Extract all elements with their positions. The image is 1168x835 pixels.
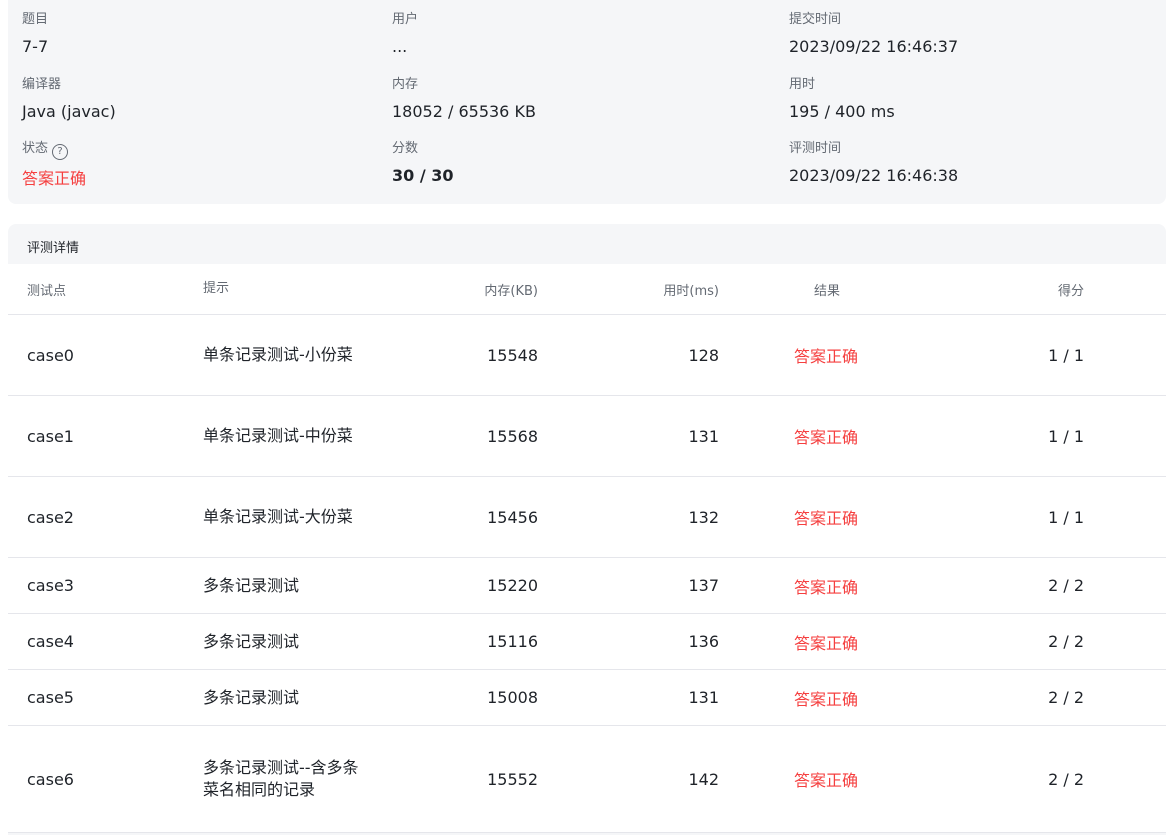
case-score: 2 / 2 <box>1048 688 1084 707</box>
case-score: 1 / 1 <box>1048 426 1084 446</box>
field-user: 用户 ... <box>392 12 418 57</box>
time-used-value: 195 / 400 ms <box>789 102 895 121</box>
header-hint: 提示 <box>203 281 230 296</box>
case-id: case5 <box>27 688 74 707</box>
case-id: case6 <box>27 769 74 789</box>
score-value: 30 / 30 <box>392 166 454 185</box>
status-label: 状态 <box>22 141 49 156</box>
header-time: 用时(ms) <box>663 283 719 299</box>
table-row: case4 多条记录测试 15116 136 答案正确 2 / 2 <box>8 614 1166 670</box>
case-result: 答案正确 <box>794 771 859 790</box>
time-used-label: 用时 <box>789 77 816 92</box>
case-time: 136 <box>688 632 719 651</box>
table-row: case3 多条记录测试 15220 137 答案正确 2 / 2 <box>8 558 1166 614</box>
case-id: case4 <box>27 632 74 651</box>
field-score: 分数 30 / 30 <box>392 141 454 186</box>
case-time: 131 <box>688 426 719 446</box>
case-hint: 多条记录测试 <box>203 631 300 651</box>
submission-summary: 题目 7-7 用户 ... 提交时间 2023/09/22 16:46:37 编… <box>8 0 1166 204</box>
case-hint: 单条记录测试-小份菜 <box>203 345 353 364</box>
judge-detail-table: 测试点 提示 内存(KB) 用时(ms) 结果 得分 case0 单条记录测试-… <box>8 264 1166 833</box>
case-memory: 15116 <box>487 632 538 651</box>
case-hint: 多条记录测试 <box>203 687 300 707</box>
header-case: 测试点 <box>27 283 67 299</box>
judge-time-value: 2023/09/22 16:46:38 <box>789 166 959 185</box>
header-memory: 内存(KB) <box>484 283 538 299</box>
compiler-value: Java (javac) <box>22 102 116 121</box>
submit-time-label: 提交时间 <box>789 12 842 27</box>
case-score: 1 / 1 <box>1048 345 1084 365</box>
detail-title: 评测详情 <box>27 241 80 256</box>
user-label: 用户 <box>392 12 419 27</box>
field-compiler: 编译器 Java (javac) <box>22 77 116 122</box>
table-row: case6 多条记录测试--含多条菜名相同的记录 15552 142 答案正确 … <box>8 726 1166 833</box>
case-result: 答案正确 <box>794 347 859 366</box>
case-memory: 15220 <box>487 576 538 595</box>
case-result: 答案正确 <box>794 509 859 528</box>
case-memory: 15456 <box>487 507 538 527</box>
field-memory: 内存 18052 / 65536 KB <box>392 77 536 122</box>
case-time: 131 <box>688 688 719 707</box>
table-row: case0 单条记录测试-小份菜 15548 128 答案正确 1 / 1 <box>8 315 1166 396</box>
memory-label: 内存 <box>392 77 419 92</box>
field-status: 状态? 答案正确 <box>22 141 86 189</box>
case-id: case1 <box>27 426 74 446</box>
help-icon[interactable]: ? <box>52 144 69 160</box>
problem-label: 题目 <box>22 12 49 27</box>
header-result: 结果 <box>814 283 841 299</box>
field-problem: 题目 7-7 <box>22 12 48 57</box>
case-result: 答案正确 <box>794 577 859 597</box>
case-id: case0 <box>27 345 74 365</box>
case-time: 142 <box>688 769 719 789</box>
case-result: 答案正确 <box>794 689 859 709</box>
field-judge-time: 评测时间 2023/09/22 16:46:38 <box>789 141 958 186</box>
case-result: 答案正确 <box>794 428 859 447</box>
user-value: ... <box>392 37 408 56</box>
field-submit-time: 提交时间 2023/09/22 16:46:37 <box>789 12 958 57</box>
case-time: 132 <box>688 507 719 527</box>
case-hint: 多条记录测试--含多条菜名相同的记录 <box>203 758 359 799</box>
header-score: 得分 <box>1057 283 1084 299</box>
compiler-label: 编译器 <box>22 77 62 92</box>
case-memory: 15548 <box>487 345 538 365</box>
case-time: 137 <box>688 576 719 595</box>
case-hint: 单条记录测试-中份菜 <box>203 426 353 445</box>
memory-value: 18052 / 65536 KB <box>392 102 536 121</box>
submit-time-value: 2023/09/22 16:46:37 <box>789 37 959 56</box>
case-memory: 15008 <box>487 688 538 707</box>
judge-time-label: 评测时间 <box>789 141 842 156</box>
judge-detail-panel: 评测详情 测试点 提示 内存(KB) 用时(ms) 结果 得分 case0 单条… <box>8 224 1166 835</box>
case-hint: 单条记录测试-大份菜 <box>203 507 353 526</box>
case-time: 128 <box>688 345 719 365</box>
table-row: case2 单条记录测试-大份菜 15456 132 答案正确 1 / 1 <box>8 477 1166 558</box>
case-score: 2 / 2 <box>1048 632 1084 651</box>
case-memory: 15568 <box>487 426 538 446</box>
problem-value[interactable]: 7-7 <box>22 37 48 57</box>
case-hint: 多条记录测试 <box>203 575 300 595</box>
table-row: case1 单条记录测试-中份菜 15568 131 答案正确 1 / 1 <box>8 396 1166 477</box>
case-id: case2 <box>27 507 74 527</box>
score-label: 分数 <box>392 141 419 156</box>
field-time-used: 用时 195 / 400 ms <box>789 77 895 122</box>
table-header: 测试点 提示 内存(KB) 用时(ms) 结果 得分 <box>8 264 1166 315</box>
table-row: case5 多条记录测试 15008 131 答案正确 2 / 2 <box>8 670 1166 726</box>
case-score: 2 / 2 <box>1048 769 1084 789</box>
case-id: case3 <box>27 576 74 595</box>
case-score: 1 / 1 <box>1048 507 1084 527</box>
case-score: 2 / 2 <box>1048 576 1084 595</box>
status-value: 答案正确 <box>22 169 87 188</box>
case-memory: 15552 <box>487 769 538 789</box>
case-result: 答案正确 <box>794 633 859 653</box>
